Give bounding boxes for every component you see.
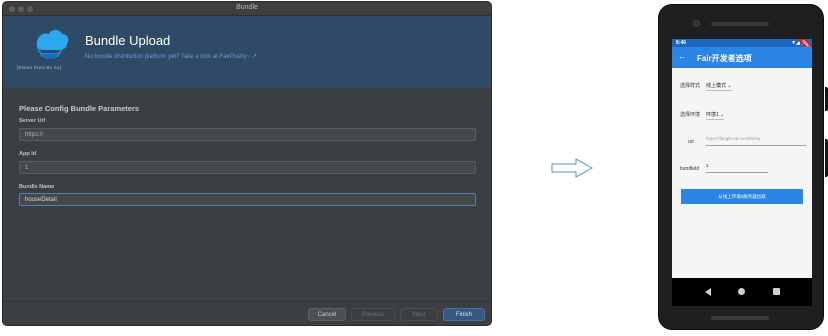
nav-recents-icon[interactable] (773, 288, 780, 295)
mode-value: 线上模式 (706, 83, 727, 89)
server-url-label: Server Url (19, 118, 46, 124)
app-id-input[interactable]: 1 (19, 161, 476, 174)
front-camera (693, 20, 700, 27)
cancel-button[interactable]: Cancel (308, 308, 346, 321)
app-bar: ← Fair开发者选项 (672, 47, 812, 68)
bundle-id-label: bundleId (680, 166, 700, 172)
url-input[interactable]: https://fangfe.58.com/fairsp (706, 136, 806, 146)
back-arrow-icon[interactable]: ← (678, 52, 686, 61)
app-title: Fair开发者选项 (697, 54, 752, 63)
mode-dropdown[interactable]: 线上模式 ⌄ (706, 82, 732, 91)
status-time: 8:46 (676, 40, 687, 46)
android-phone: 8:46 ▼◢ ▮ DEBUG ← Fair开发者选项 选择样式 线上模式 ⌄ … (658, 4, 828, 330)
nav-back-icon[interactable] (705, 288, 711, 296)
bundle-name-input[interactable]: houseDetail (19, 193, 476, 206)
previous-button[interactable]: Previous (351, 308, 395, 321)
dialog-footer: Cancel Previous Next Finish (3, 301, 491, 325)
section-title: Please Config Bundle Parameters (19, 104, 140, 113)
title-bar: Bundle (3, 2, 491, 16)
nav-home-icon[interactable] (738, 288, 745, 295)
dialog-header: [Elaine Drew Bo Xu] Bundle Upload No bun… (3, 16, 491, 88)
env-label: 选择环境 (680, 112, 701, 118)
header-title: Bundle Upload (85, 33, 171, 48)
server-url-input[interactable]: https:// (19, 128, 476, 141)
earpiece (711, 22, 769, 26)
dialog-content: Please Config Bundle Parameters Server U… (3, 89, 491, 301)
finish-button[interactable]: Finish (443, 308, 485, 321)
env-dropdown[interactable]: 环境1 ⌄ (706, 111, 725, 120)
env-value: 环境1 (706, 112, 719, 118)
speaker-slot (711, 316, 769, 320)
android-nav-bar (672, 278, 812, 306)
phone-screen: 8:46 ▼◢ ▮ DEBUG ← Fair开发者选项 选择样式 线上模式 ⌄ … (672, 39, 812, 306)
bundle-id-input[interactable]: 1 (706, 163, 768, 173)
chevron-down-icon: ⌄ (727, 83, 732, 89)
mode-label: 选择样式 (680, 83, 701, 89)
url-label: url (688, 139, 694, 145)
logo-caption: [Elaine Drew Bo Xu] (17, 65, 62, 70)
fair-cloud-logo-icon (36, 29, 69, 59)
bundle-name-label: Bundle Name (19, 184, 55, 190)
fairpushy-link[interactable]: No bundle distribution platform yet? Tak… (85, 53, 257, 60)
bundle-dialog: Bundle [Elaine Drew Bo Xu] Bundle Upload… (2, 1, 492, 326)
app-id-label: App Id (19, 151, 37, 157)
right-arrow-icon (551, 158, 594, 178)
fetch-from-server-button[interactable]: 从线上环境5服务器拉取 (681, 189, 803, 204)
chevron-down-icon: ⌄ (720, 112, 725, 118)
status-bar: 8:46 ▼◢ ▮ DEBUG (672, 39, 812, 58)
next-button[interactable]: Next (400, 308, 438, 321)
window-title: Bundle (236, 4, 258, 11)
